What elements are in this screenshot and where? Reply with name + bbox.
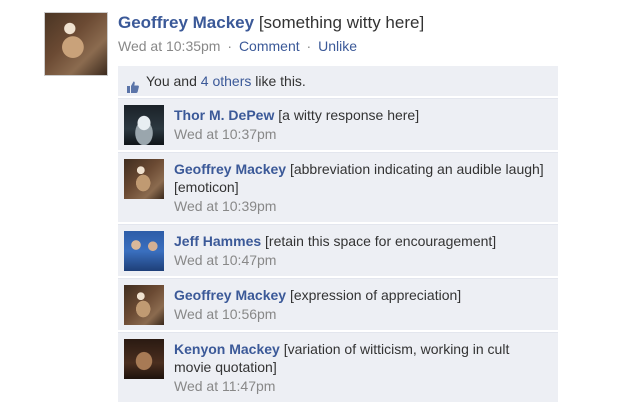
comment-timestamp[interactable]: Wed at 10:39pm xyxy=(174,197,550,215)
likes-suffix: like this. xyxy=(251,73,306,89)
commenter-name-link[interactable]: Jeff Hammes xyxy=(174,233,261,249)
thumbs-up-icon xyxy=(126,74,140,93)
comment-item: Geoffrey Mackey [expression of appreciat… xyxy=(118,278,558,330)
comment-body: Kenyon Mackey [variation of witticism, w… xyxy=(118,333,558,402)
comment-timestamp[interactable]: Wed at 10:56pm xyxy=(174,305,550,323)
comment-text: [retain this space for encouragement] xyxy=(265,233,497,249)
feedback-section: You and 4 others like this. Thor M. DePe… xyxy=(118,66,558,404)
comment-link[interactable]: Comment xyxy=(239,38,300,54)
commenter-name-link[interactable]: Kenyon Mackey xyxy=(174,341,280,357)
comment-body: Jeff Hammes [retain this space for encou… xyxy=(118,225,558,276)
commenter-avatar[interactable] xyxy=(124,105,164,145)
commenter-name-link[interactable]: Geoffrey Mackey xyxy=(174,287,286,303)
comment-item: Thor M. DePew [a witty response here] We… xyxy=(118,98,558,150)
comment-item: Jeff Hammes [retain this space for encou… xyxy=(118,224,558,276)
meta-separator: · xyxy=(306,38,312,54)
likes-prefix: You and xyxy=(146,73,201,89)
likes-bar: You and 4 others like this. xyxy=(118,66,558,96)
comment-timestamp[interactable]: Wed at 10:47pm xyxy=(174,251,550,269)
comment-text: [expression of appreciation] xyxy=(289,287,462,303)
comment-timestamp[interactable]: Wed at 10:37pm xyxy=(174,125,550,143)
commenter-name-link[interactable]: Geoffrey Mackey xyxy=(174,161,286,177)
commenter-avatar[interactable] xyxy=(124,339,164,379)
comment-item: Geoffrey Mackey [abbreviation indicating… xyxy=(118,152,558,222)
comment-item: Kenyon Mackey [variation of witticism, w… xyxy=(118,332,558,402)
post-message: [something witty here] xyxy=(258,13,425,32)
post-body: Geoffrey Mackey [something witty here] W… xyxy=(118,12,424,54)
commenter-avatar[interactable] xyxy=(124,231,164,271)
author-avatar[interactable] xyxy=(44,12,108,76)
post-text-line: Geoffrey Mackey [something witty here] xyxy=(118,12,424,34)
post-meta: Wed at 10:35pm · Comment · Unlike xyxy=(118,38,424,54)
unlike-link[interactable]: Unlike xyxy=(318,38,357,54)
post-timestamp[interactable]: Wed at 10:35pm xyxy=(118,38,220,54)
meta-separator: · xyxy=(227,38,233,54)
likes-others-link[interactable]: 4 others xyxy=(201,66,252,96)
comment-body: Geoffrey Mackey [abbreviation indicating… xyxy=(118,153,558,222)
comment-text: [a witty response here] xyxy=(278,107,420,123)
comment-timestamp[interactable]: Wed at 11:47pm xyxy=(174,377,550,395)
post-author-link[interactable]: Geoffrey Mackey xyxy=(118,13,254,32)
comment-body: Thor M. DePew [a witty response here] We… xyxy=(118,99,558,150)
comment-body: Geoffrey Mackey [expression of appreciat… xyxy=(118,279,558,330)
commenter-name-link[interactable]: Thor M. DePew xyxy=(174,107,274,123)
commenter-avatar[interactable] xyxy=(124,159,164,199)
commenter-avatar[interactable] xyxy=(124,285,164,325)
